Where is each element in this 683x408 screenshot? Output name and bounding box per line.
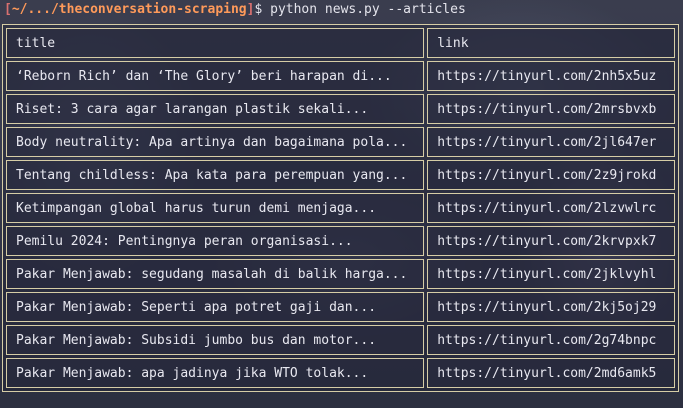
article-link-cell[interactable]: https://tinyurl.com/2jklvyhl (427, 259, 675, 289)
article-title-cell: ‘Reborn Rich’ dan ‘The Glory’ beri harap… (6, 61, 425, 91)
article-title-cell: Tentang childless: Apa kata para perempu… (6, 160, 425, 190)
prompt-dollar: $ (254, 2, 263, 17)
table-row: Tentang childless: Apa kata para perempu… (6, 160, 675, 190)
article-link-cell[interactable]: https://tinyurl.com/2lzvwlrc (427, 193, 675, 223)
prompt-path-prefix: ~/.../ (11, 2, 59, 17)
article-link-cell[interactable]: https://tinyurl.com/2jl647er (427, 127, 675, 157)
article-title-cell: Pemilu 2024: Pentingnya peran organisasi… (6, 226, 425, 256)
articles-table: title link ‘Reborn Rich’ dan ‘The Glory’… (2, 24, 679, 392)
table-row: Pakar Menjawab: segudang masalah di bali… (6, 259, 675, 289)
table-row: ‘Reborn Rich’ dan ‘The Glory’ beri harap… (6, 61, 675, 91)
article-title-cell: Riset: 3 cara agar larangan plastik seka… (6, 94, 425, 124)
table-row: Pakar Menjawab: Seperti apa potret gaji … (6, 292, 675, 322)
article-link-cell[interactable]: https://tinyurl.com/2mrsbvxb (427, 94, 675, 124)
table-row: Ketimpangan global harus turun demi menj… (6, 193, 675, 223)
article-title-cell: Pakar Menjawab: apa jadinya jika WTO tol… (6, 358, 425, 388)
prompt-path-dir: theconversation-scraping (58, 2, 247, 17)
article-title-cell: Ketimpangan global harus turun demi menj… (6, 193, 425, 223)
article-link-cell[interactable]: https://tinyurl.com/2kj5oj29 (427, 292, 675, 322)
table-row: Pakar Menjawab: Subsidi jumbo bus dan mo… (6, 325, 675, 355)
article-title-cell: Pakar Menjawab: segudang masalah di bali… (6, 259, 425, 289)
prompt-bracket-open: [ (4, 2, 12, 17)
terminal-prompt-line: [~/.../theconversation-scraping]$ python… (4, 1, 466, 19)
article-link-cell[interactable]: https://tinyurl.com/2krvpxk7 (427, 226, 675, 256)
article-link-cell[interactable]: https://tinyurl.com/2g74bnpc (427, 325, 675, 355)
table-row: Riset: 3 cara agar larangan plastik seka… (6, 94, 675, 124)
table-header-row: title link (6, 28, 675, 58)
article-link-cell[interactable]: https://tinyurl.com/2z9jrokd (427, 160, 675, 190)
article-title-cell: Pakar Menjawab: Subsidi jumbo bus dan mo… (6, 325, 425, 355)
table-row: Body neutrality: Apa artinya dan bagaima… (6, 127, 675, 157)
article-link-cell[interactable]: https://tinyurl.com/2md6amk5 (427, 358, 675, 388)
column-header-title: title (6, 28, 425, 58)
article-title-cell: Body neutrality: Apa artinya dan bagaima… (6, 127, 425, 157)
article-link-cell[interactable]: https://tinyurl.com/2nh5x5uz (427, 61, 675, 91)
prompt-command: python news.py --articles (270, 2, 466, 17)
column-header-link: link (427, 28, 675, 58)
table-row: Pemilu 2024: Pentingnya peran organisasi… (6, 226, 675, 256)
table-row: Pakar Menjawab: apa jadinya jika WTO tol… (6, 358, 675, 388)
article-title-cell: Pakar Menjawab: Seperti apa potret gaji … (6, 292, 425, 322)
